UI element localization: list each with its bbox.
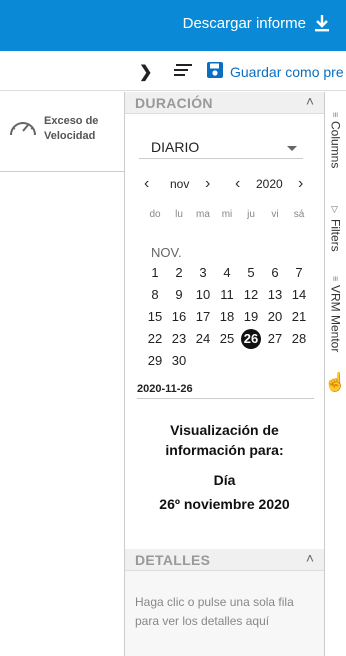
tab-columns-label: Columns	[328, 121, 343, 169]
details-section: DETALLES ˄ Haga clic o pulse una sola fi…	[125, 549, 324, 656]
weekday-label: ma	[196, 209, 210, 220]
download-report-label: Descargar informe	[182, 14, 306, 32]
details-header[interactable]: DETALLES ˄	[125, 549, 324, 571]
calendar-day[interactable]: 11	[215, 285, 239, 305]
weekday-label: ju	[247, 209, 255, 220]
calendar-day[interactable]: 21	[287, 307, 311, 327]
tab-columns[interactable]: ≡ Columns	[325, 112, 346, 169]
details-placeholder-text: Haga clic o pulse una sola fila para ver…	[135, 595, 294, 628]
download-report-button[interactable]: Descargar informe	[183, 14, 330, 32]
calendar-day[interactable]: 9	[167, 285, 191, 305]
calendar-day[interactable]: 22	[143, 329, 167, 349]
details-collapse-caret-icon[interactable]: ˄	[306, 550, 314, 566]
save-as-label: Guardar como pre	[230, 63, 344, 80]
tab-vrm-mentor[interactable]: ≡ VRM Mentor	[325, 276, 346, 353]
calendar-day[interactable]: 26	[241, 329, 261, 349]
period-select[interactable]: DIARIO	[139, 135, 303, 159]
calendar-day[interactable]: 29	[143, 351, 167, 371]
top-bar: Descargar informe	[0, 0, 346, 51]
dropdown-arrow-icon	[287, 146, 297, 151]
calendar-day[interactable]: 2	[167, 263, 191, 283]
calendar-day[interactable]: 1	[143, 263, 167, 283]
next-year-icon[interactable]: ›	[298, 175, 303, 193]
calendar-day[interactable]: 28	[287, 329, 311, 349]
weekday-label: sá	[293, 209, 305, 220]
sort-lines-icon[interactable]	[174, 64, 192, 78]
pointer-hand-icon: ☝	[324, 372, 346, 392]
floppy-disk-icon	[206, 61, 224, 82]
calendar-day[interactable]: 17	[191, 307, 215, 327]
period-select-value: DIARIO	[151, 139, 200, 155]
calendar-day[interactable]: 27	[263, 329, 287, 349]
info-heading-line1: Visualización de	[170, 422, 279, 438]
info-date: 26º noviembre 2020	[159, 496, 290, 512]
calendar-day[interactable]: 18	[215, 307, 239, 327]
details-title: DETALLES	[135, 552, 211, 568]
calendar-day[interactable]: 14	[287, 285, 311, 305]
calendar-day[interactable]: 23	[167, 329, 191, 349]
filter-funnel-icon: ▽	[330, 205, 341, 215]
duration-header[interactable]: DURACIÓN ˄	[125, 92, 324, 114]
calendar-day[interactable]: 5	[239, 263, 263, 283]
info-period-type: Día	[213, 472, 236, 488]
prev-month-icon[interactable]: ‹	[144, 175, 149, 193]
info-heading-line2: información para:	[165, 442, 284, 458]
calendar-day[interactable]: 16	[167, 307, 191, 327]
calendar-day[interactable]: 7	[287, 263, 311, 283]
collapse-caret-icon[interactable]: ˄	[306, 93, 314, 109]
month-picker[interactable]: nov	[170, 177, 189, 191]
calendar-day[interactable]: 3	[191, 263, 215, 283]
year-picker[interactable]: 2020	[256, 177, 283, 191]
tab-vrm-mentor-label: VRM Mentor	[328, 285, 343, 353]
calendar-day[interactable]: 13	[263, 285, 287, 305]
tab-filters[interactable]: ▽ Filters	[325, 205, 346, 252]
duration-panel: DURACIÓN ˄ DIARIO ‹ nov › ‹ 2020 › NOV. …	[124, 92, 325, 656]
calendar-day[interactable]: 30	[167, 351, 191, 371]
duration-title: DURACIÓN	[135, 95, 213, 111]
speeding-label-line2: Velocidad	[44, 130, 96, 142]
weekday-label: mi	[221, 209, 233, 220]
mentor-icon: ≡	[330, 276, 341, 282]
calendar-day[interactable]: 8	[143, 285, 167, 305]
calendar-day[interactable]: 15	[143, 307, 167, 327]
calendar-month-label: NOV.	[151, 245, 182, 260]
save-as-button[interactable]: Guardar como pre	[206, 61, 344, 82]
calendar-day[interactable]: 12	[239, 285, 263, 305]
weekday-label: do	[149, 209, 161, 220]
metric-column: Exceso de Velocidad	[0, 92, 124, 172]
calendar-day[interactable]: 19	[239, 307, 263, 327]
expand-chevron-icon[interactable]: ❯	[139, 62, 152, 82]
report-toolbar: ❯ Guardar como pre	[0, 51, 346, 91]
calendar-day[interactable]: 25	[215, 329, 239, 349]
columns-icon: ≡	[330, 112, 341, 118]
prev-year-icon[interactable]: ‹	[235, 175, 240, 193]
calendar-day[interactable]: 20	[263, 307, 287, 327]
download-icon	[314, 14, 330, 32]
calendar-day[interactable]: 6	[263, 263, 287, 283]
speedometer-icon	[8, 116, 38, 143]
speeding-metric[interactable]: Exceso de Velocidad	[8, 114, 98, 144]
calendar-day[interactable]: 24	[191, 329, 215, 349]
calendar-day[interactable]: 4	[215, 263, 239, 283]
calendar-day[interactable]: 10	[191, 285, 215, 305]
selected-date-field[interactable]: 2020-11-26	[137, 383, 314, 399]
speeding-label-line1: Exceso de	[44, 115, 99, 127]
weekday-label: vi	[271, 209, 279, 220]
next-month-icon[interactable]: ›	[205, 175, 210, 193]
tab-filters-label: Filters	[328, 219, 343, 252]
weekday-label: lu	[175, 209, 183, 220]
